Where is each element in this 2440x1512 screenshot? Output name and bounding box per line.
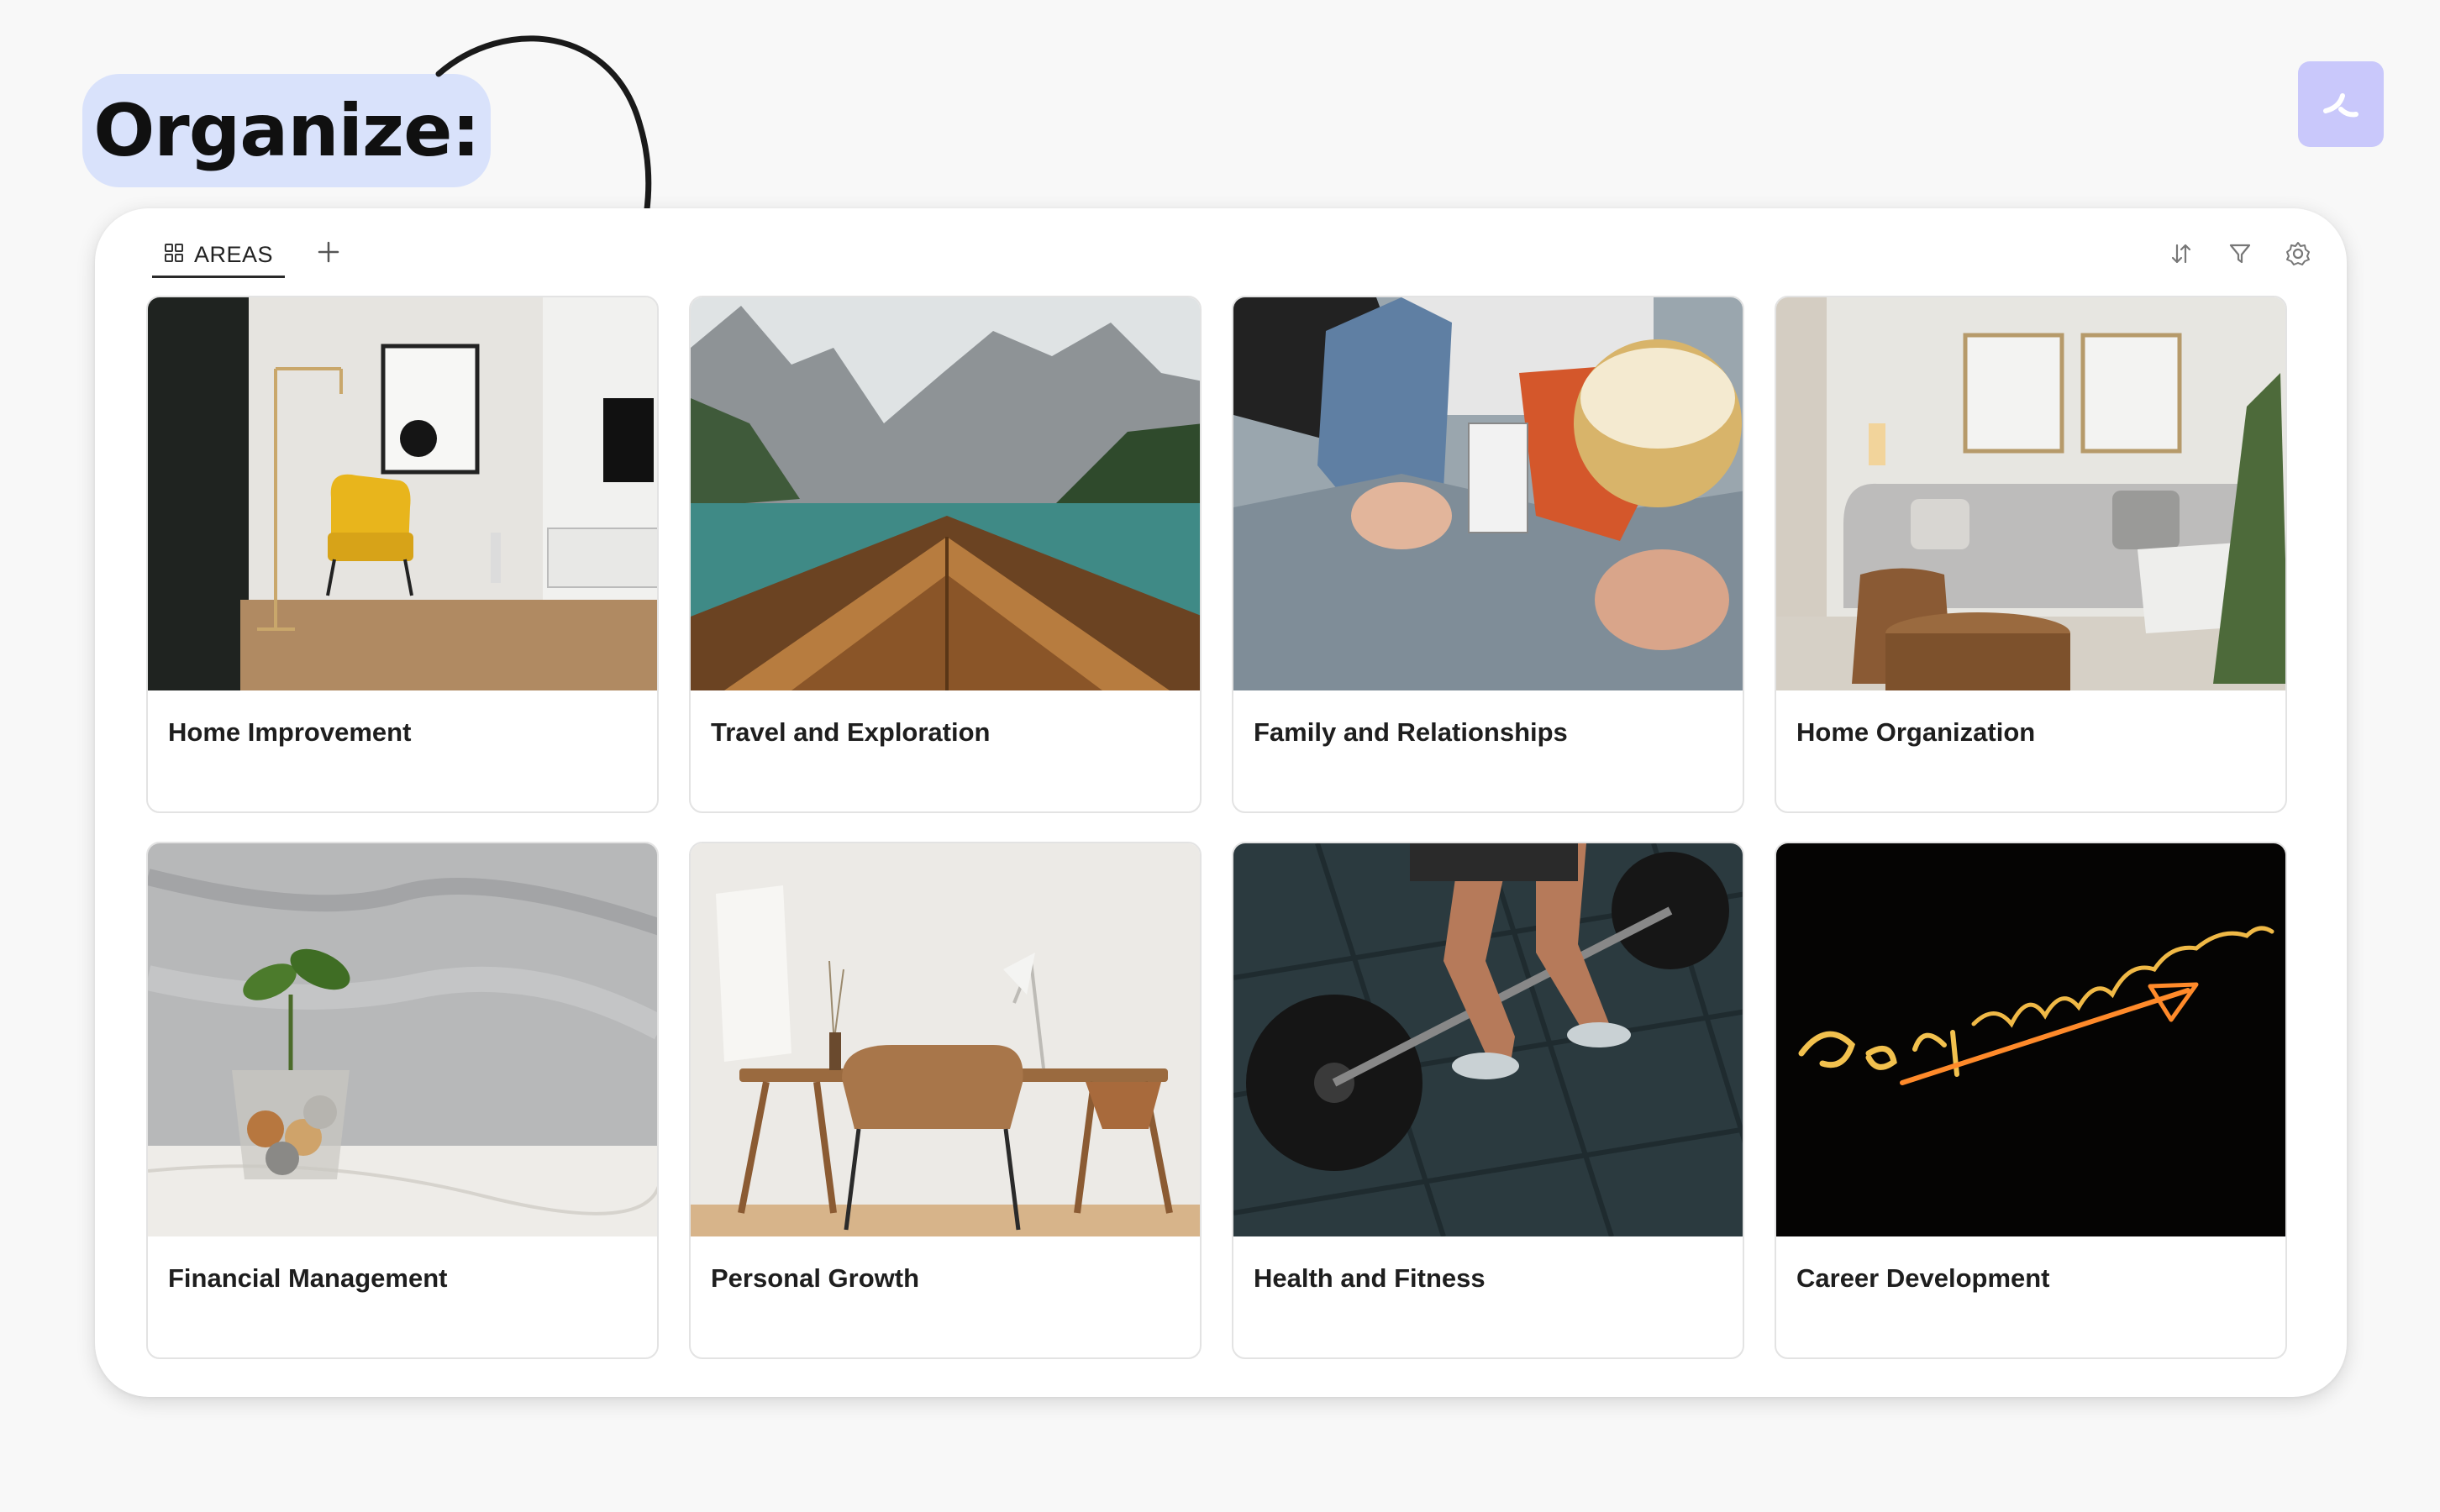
area-card[interactable]: Personal Growth: [689, 842, 1202, 1359]
card-image: [691, 297, 1200, 690]
card-image: [148, 843, 657, 1236]
card-title: Family and Relationships: [1254, 717, 1568, 747]
sort-icon: [2171, 244, 2191, 264]
area-card[interactable]: Home Organization: [1775, 296, 2287, 813]
card-title: Health and Fitness: [1254, 1263, 1486, 1293]
card-title: Home Improvement: [168, 717, 412, 747]
neon-sign-image: [1776, 843, 2285, 1236]
area-card[interactable]: Travel and Exploration: [689, 296, 1202, 813]
card-title: Travel and Exploration: [711, 717, 991, 747]
filter-button[interactable]: [2225, 239, 2255, 269]
page-heading: Organize:: [93, 88, 481, 173]
grid-icon: [164, 243, 184, 267]
area-card[interactable]: Family and Relationships: [1232, 296, 1744, 813]
family-popcorn-image: [1233, 297, 1743, 690]
area-card[interactable]: Financial Management: [146, 842, 659, 1359]
card-image: [148, 297, 657, 690]
app-logo-icon[interactable]: [2298, 61, 2384, 147]
settings-button[interactable]: [2283, 239, 2313, 269]
boat-lake-image: [691, 297, 1200, 690]
sort-button[interactable]: [2166, 239, 2196, 269]
filter-icon: [2229, 244, 2251, 264]
plus-icon: [318, 241, 339, 263]
page-heading-pill: Organize:: [82, 74, 491, 187]
card-title: Personal Growth: [711, 1263, 920, 1293]
card-title: Career Development: [1796, 1263, 2050, 1293]
card-title: Financial Management: [168, 1263, 448, 1293]
desk-chair-image: [691, 843, 1200, 1236]
card-image: [1776, 843, 2285, 1236]
card-title: Home Organization: [1796, 717, 2036, 747]
add-tab-button[interactable]: [312, 235, 345, 269]
coins-plant-image: [148, 843, 657, 1236]
card-image: [1233, 843, 1743, 1236]
barbell-image: [1233, 843, 1743, 1236]
areas-panel: AREAS Home Improvement Travel and Explor…: [95, 208, 2347, 1397]
area-card[interactable]: Health and Fitness: [1232, 842, 1744, 1359]
tab-areas-label: AREAS: [194, 241, 274, 267]
card-image: [1776, 297, 2285, 690]
area-card[interactable]: Home Improvement: [146, 296, 659, 813]
area-card[interactable]: Career Development: [1775, 842, 2287, 1359]
settings-icon: [2286, 242, 2310, 265]
tab-areas[interactable]: AREAS: [152, 234, 286, 278]
living-room-image: [148, 297, 657, 690]
sofa-room-image: [1776, 297, 2285, 690]
card-image: [1233, 297, 1743, 690]
card-image: [691, 843, 1200, 1236]
